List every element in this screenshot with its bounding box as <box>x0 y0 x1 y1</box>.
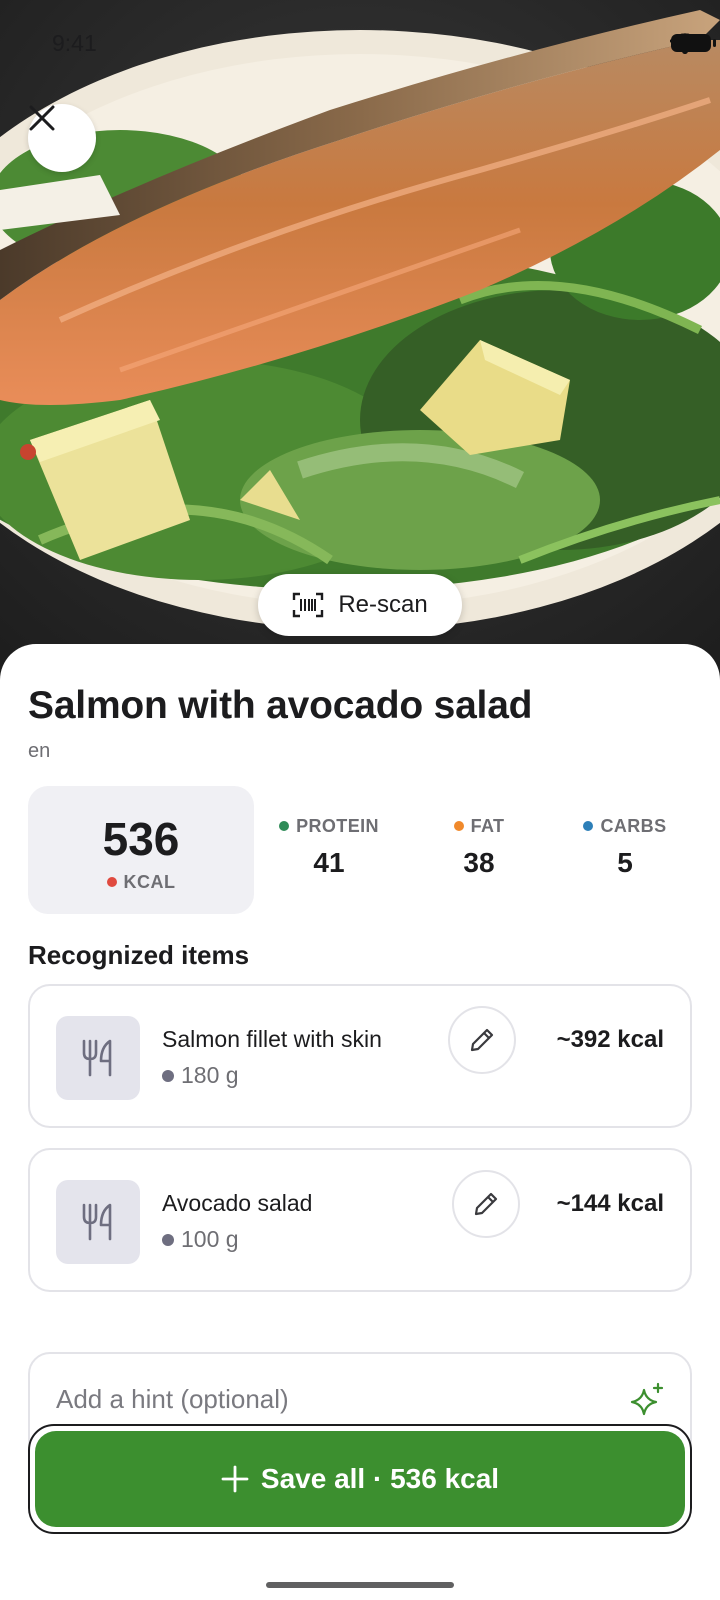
carbs-value: 5 <box>617 847 633 878</box>
protein-value: 41 <box>313 847 345 878</box>
carbs-label: CARBS <box>600 816 667 836</box>
item-kcal: ~144 kcal <box>556 1190 664 1217</box>
fat-label: FAT <box>470 816 505 836</box>
dish-language: en <box>28 740 51 762</box>
item-weight-text: 100 g <box>181 1226 239 1252</box>
item-thumbnail <box>56 1016 140 1100</box>
plus-icon <box>221 1465 249 1493</box>
status-bar: 9:41 <box>0 0 720 90</box>
calories-label-text: KCAL <box>123 872 176 892</box>
save-all-label: Save all · 536 kcal <box>260 1463 500 1494</box>
weight-dot <box>162 1234 174 1246</box>
edit-item-button[interactable] <box>452 1170 520 1238</box>
carbs-dot <box>583 821 594 831</box>
recognized-item[interactable]: Avocado salad 100 g ~144 kcal <box>28 1148 692 1292</box>
save-button-frame: Save all · 536 kcal <box>28 1424 692 1534</box>
cutlery-icon <box>82 1039 112 1077</box>
macro-protein: PROTEIN 41 <box>254 816 404 879</box>
item-name: Avocado salad <box>162 1190 313 1216</box>
hint-placeholder: Add a hint (optional) <box>56 1384 289 1414</box>
home-indicator[interactable] <box>266 1582 454 1588</box>
protein-dot <box>279 821 290 831</box>
rescan-button[interactable]: Re-scan <box>258 574 462 636</box>
status-time: 9:41 <box>52 30 97 56</box>
recognized-items-title: Recognized items <box>28 940 250 970</box>
edit-item-button[interactable] <box>448 1006 516 1074</box>
calories-dot <box>106 877 117 887</box>
fat-dot <box>453 821 464 831</box>
calories-card: 536 KCAL <box>28 786 254 914</box>
result-sheet: Salmon with avocado salad en 536 KCAL PR… <box>0 644 720 1600</box>
rescan-label: Re-scan <box>338 591 428 618</box>
save-all-button[interactable]: Save all · 536 kcal <box>35 1431 685 1527</box>
item-name: Salmon fillet with skin <box>162 1026 382 1052</box>
macro-fat: FAT 38 <box>404 816 554 879</box>
item-weight-text: 180 g <box>181 1062 239 1088</box>
recognized-item[interactable]: Salmon fillet with skin 180 g ~392 kcal <box>28 984 692 1128</box>
weight-dot <box>162 1070 174 1082</box>
macro-carbs: CARBS 5 <box>550 816 700 879</box>
protein-label: PROTEIN <box>296 816 379 836</box>
item-weight: 100 g <box>162 1226 239 1253</box>
sparkle-icon[interactable] <box>630 1382 666 1418</box>
barcode-scan-icon <box>293 592 324 618</box>
dish-title: Salmon with avocado salad <box>28 684 533 727</box>
cutlery-icon <box>82 1203 112 1241</box>
item-weight: 180 g <box>162 1062 239 1089</box>
close-icon <box>29 105 55 131</box>
pencil-icon <box>474 1192 498 1216</box>
calories-value: 536 <box>102 813 180 865</box>
pencil-icon <box>470 1028 494 1052</box>
item-thumbnail <box>56 1180 140 1264</box>
battery-icon <box>671 34 716 52</box>
fat-value: 38 <box>463 847 495 878</box>
calories-label: KCAL <box>28 872 254 893</box>
item-kcal: ~392 kcal <box>556 1026 664 1053</box>
close-button[interactable] <box>28 104 96 172</box>
